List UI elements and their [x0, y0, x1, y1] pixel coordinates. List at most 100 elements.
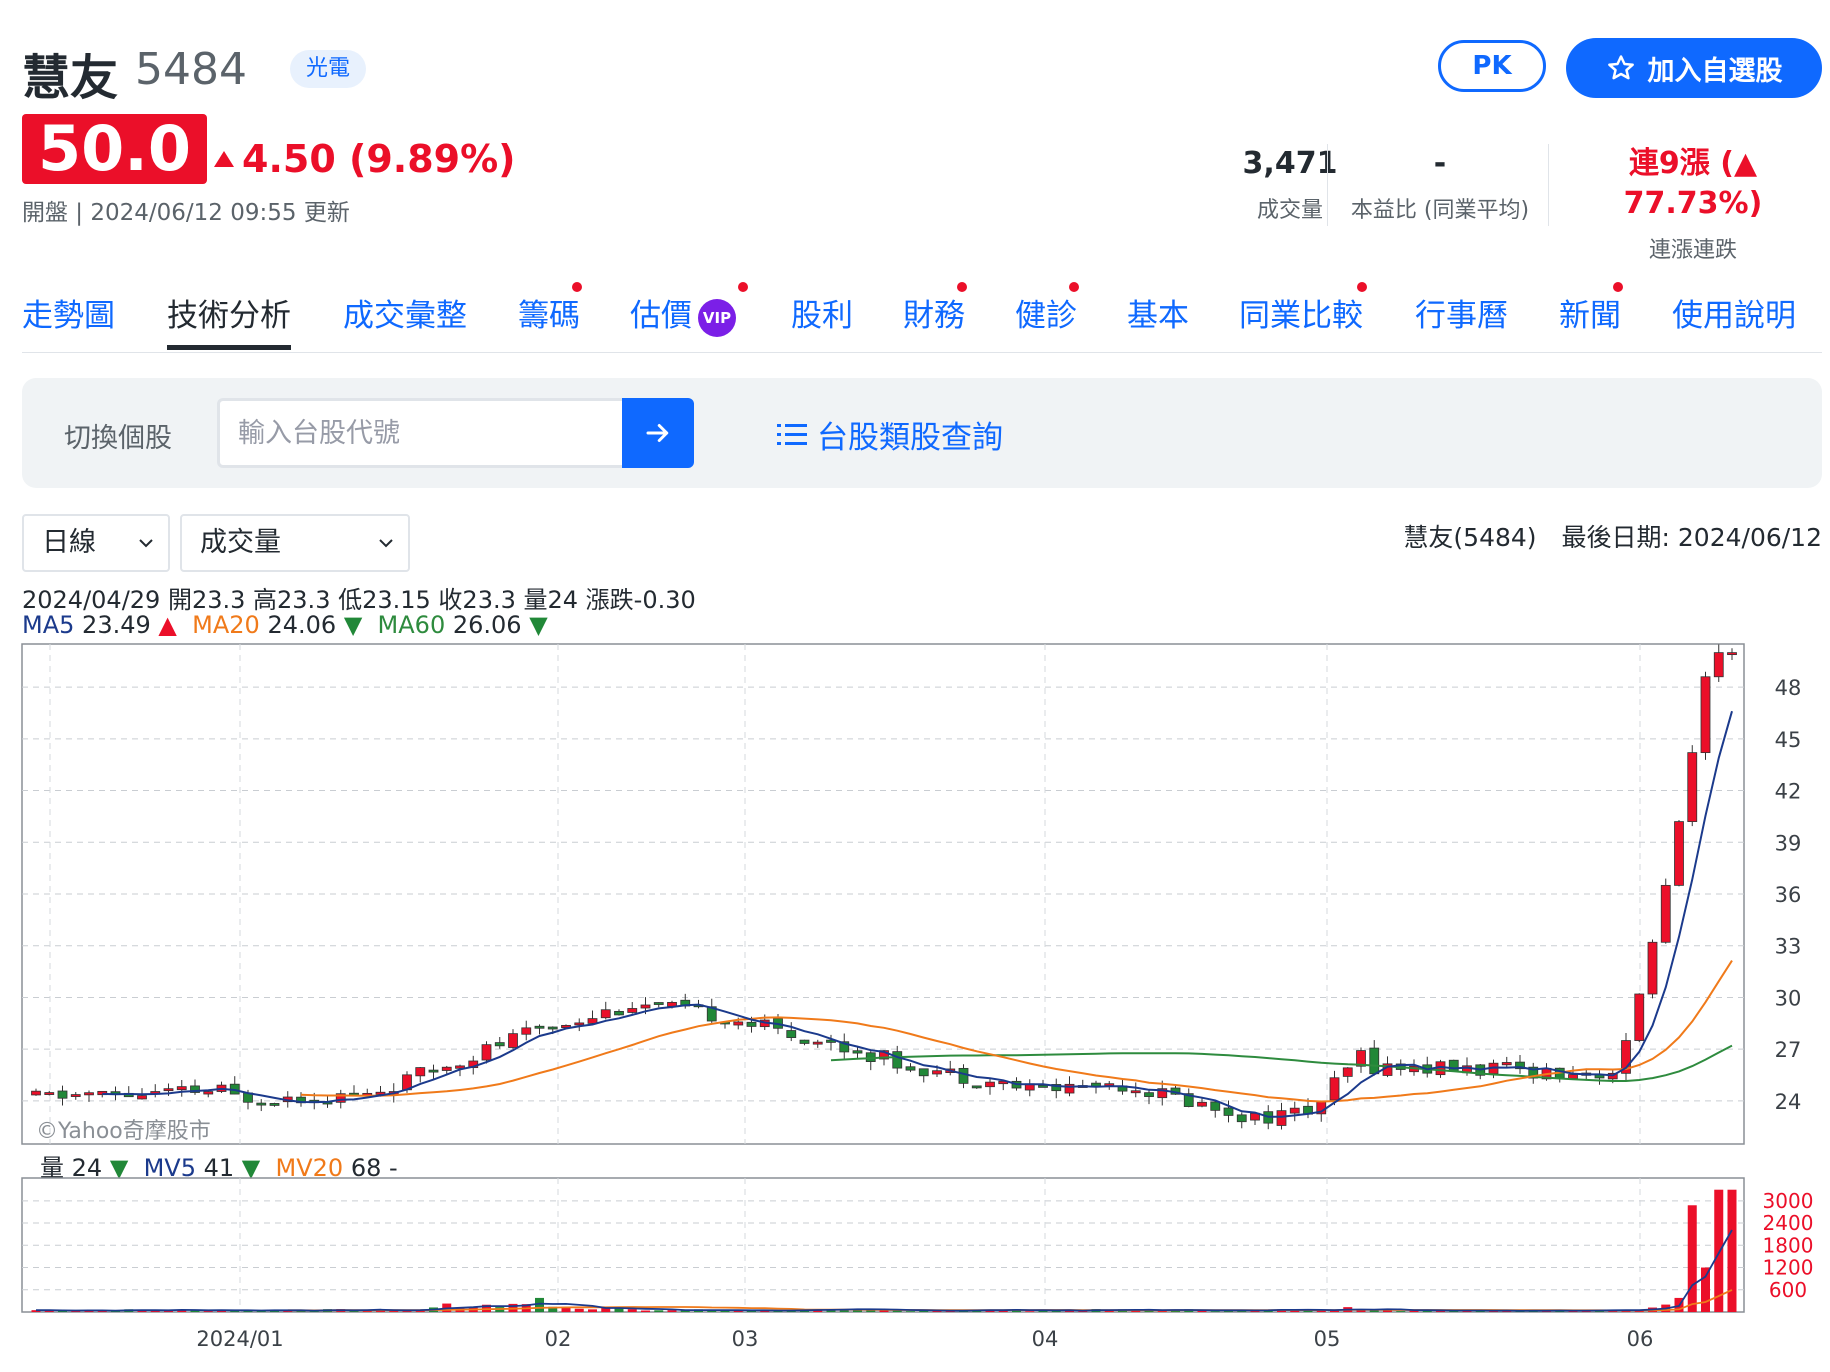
- stat-pe-ratio: - 本益比 (同業平均): [1335, 144, 1545, 224]
- tab-health-check[interactable]: 健診: [1015, 282, 1079, 350]
- candle-body: [31, 1090, 41, 1096]
- candle-body: [1713, 652, 1724, 678]
- ma60-value: 26.06: [452, 611, 522, 639]
- tab-financials[interactable]: 財務: [903, 282, 967, 350]
- tab-label: 基本: [1127, 298, 1189, 334]
- x-tick-label: 2024/01: [196, 1327, 283, 1351]
- tab-basics[interactable]: 基本: [1127, 290, 1189, 350]
- watchlist-label: 加入自選股: [1647, 55, 1783, 87]
- candle-body: [1342, 1067, 1353, 1077]
- candle-body: [653, 1002, 664, 1005]
- candle-body: [84, 1092, 94, 1096]
- chevron-down-icon: [139, 539, 153, 548]
- stock-code-input[interactable]: [217, 398, 629, 468]
- volume-bar: [641, 1310, 650, 1312]
- candle-body: [481, 1044, 492, 1061]
- stat-value: 連9漲 (▲ 77.73%): [1623, 146, 1763, 221]
- volume-bar: [535, 1297, 544, 1312]
- ma5-name: MA5: [22, 611, 75, 639]
- volume-bar: [1727, 1189, 1737, 1312]
- candle-body: [1236, 1114, 1247, 1123]
- x-tick-label: 03: [732, 1327, 759, 1351]
- star-icon: [1607, 55, 1634, 80]
- volume-bar: [1396, 1311, 1406, 1312]
- divider: [1548, 144, 1549, 226]
- stock-name: 慧友: [22, 50, 119, 106]
- volume-bar: [574, 1308, 584, 1312]
- tab-trend[interactable]: 走勢圖: [22, 290, 115, 350]
- tab-technical-analysis[interactable]: 技術分析: [167, 290, 291, 350]
- period-select[interactable]: 日線: [22, 514, 170, 572]
- category-lookup-link[interactable]: 台股類股查詢: [777, 412, 1003, 457]
- tab-label: 財務: [903, 298, 965, 334]
- candle-body: [521, 1027, 532, 1035]
- tab-peer-comparison[interactable]: 同業比較: [1239, 282, 1367, 350]
- candle-body: [1634, 993, 1645, 1041]
- candle-body: [786, 1030, 797, 1038]
- candle-body: [918, 1068, 929, 1077]
- volume-bar: [627, 1309, 637, 1312]
- price-tick-label: 42: [1775, 780, 1802, 804]
- candle-body: [799, 1039, 810, 1044]
- candlestick-chart[interactable]: 24 27 30 33 36 39 42 45 48 ©Yahoo奇摩股市: [0, 640, 1830, 1150]
- tab-trade-summary[interactable]: 成交彙整: [343, 290, 467, 350]
- market-status: 開盤 | 2024/06/12 09:55 更新: [22, 200, 350, 226]
- ma60-arrow: ▼: [529, 611, 548, 639]
- candle-body: [905, 1066, 916, 1071]
- candle-body: [1568, 1074, 1578, 1080]
- pk-button[interactable]: PK: [1438, 40, 1546, 92]
- watermark: ©Yahoo奇摩股市: [36, 1119, 211, 1144]
- ma5-value: 23.49: [82, 611, 151, 639]
- tab-help[interactable]: 使用說明: [1672, 290, 1796, 350]
- mv5-line: [35, 1229, 1733, 1312]
- price-tick-label: 30: [1775, 986, 1802, 1010]
- tab-bar: 走勢圖 技術分析 成交彙整 籌碼 估價 VIP 股利 財務 健診 基本 同業比較 …: [22, 282, 1822, 353]
- candle-body: [1197, 1101, 1207, 1107]
- tab-valuation[interactable]: 估價 VIP: [630, 282, 748, 350]
- current-price: 50.0: [22, 114, 207, 184]
- indicator-select-value: 成交量: [200, 527, 281, 558]
- tab-calendar[interactable]: 行事曆: [1415, 290, 1508, 350]
- candle-body: [574, 1022, 585, 1026]
- candle-body: [746, 1021, 757, 1027]
- candle-body: [137, 1095, 147, 1100]
- tab-news[interactable]: 新聞: [1559, 282, 1623, 350]
- chart-caption: 慧友(5484) 最後日期: 2024/06/12: [1403, 523, 1822, 552]
- search-submit-button[interactable]: [622, 398, 694, 468]
- candle-body: [256, 1102, 267, 1106]
- volume-bar: [1701, 1267, 1710, 1312]
- candle-body: [1647, 941, 1658, 995]
- candle-body: [640, 1004, 651, 1009]
- candle-body: [428, 1069, 439, 1073]
- candle-body: [1448, 1059, 1459, 1072]
- candle-body: [176, 1086, 187, 1091]
- price-tick-label: 27: [1775, 1038, 1802, 1062]
- tab-label: 健診: [1015, 298, 1077, 334]
- arrow-right-icon: [646, 424, 669, 442]
- notification-dot: [1069, 282, 1079, 292]
- indicator-select[interactable]: 成交量: [180, 514, 410, 572]
- stat-value: -: [1433, 146, 1447, 181]
- up-triangle-icon: [214, 151, 234, 167]
- notification-dot: [572, 282, 582, 292]
- add-to-watchlist-button[interactable]: 加入自選股: [1566, 38, 1822, 98]
- volume-tick-label: 2400: [1763, 1211, 1814, 1235]
- candle-body: [1660, 884, 1671, 943]
- tab-label: 新聞: [1559, 298, 1621, 334]
- candle-body: [627, 1008, 638, 1013]
- tab-dividend[interactable]: 股利: [791, 290, 853, 350]
- chevron-down-icon: [379, 539, 393, 548]
- tab-chips[interactable]: 籌碼: [518, 282, 582, 350]
- candle-body: [1210, 1101, 1221, 1111]
- ohlc-readout: 2024/04/29 開23.3 高23.3 低23.15 收23.3 量24 …: [22, 586, 696, 614]
- volume-bar: [1025, 1311, 1035, 1312]
- ma5-arrow: ▲: [158, 611, 177, 639]
- candle-body: [269, 1103, 280, 1106]
- volume-bar: [1210, 1311, 1220, 1312]
- sector-badge[interactable]: 光電: [290, 50, 367, 88]
- vip-badge: VIP: [698, 298, 736, 337]
- volume-chart[interactable]: 6001200180024003000 2024/01 02 03 04 05 06: [0, 1176, 1830, 1372]
- ma20-value: 24.06: [267, 611, 337, 639]
- candle-body: [1727, 652, 1737, 656]
- period-select-value: 日線: [42, 527, 96, 558]
